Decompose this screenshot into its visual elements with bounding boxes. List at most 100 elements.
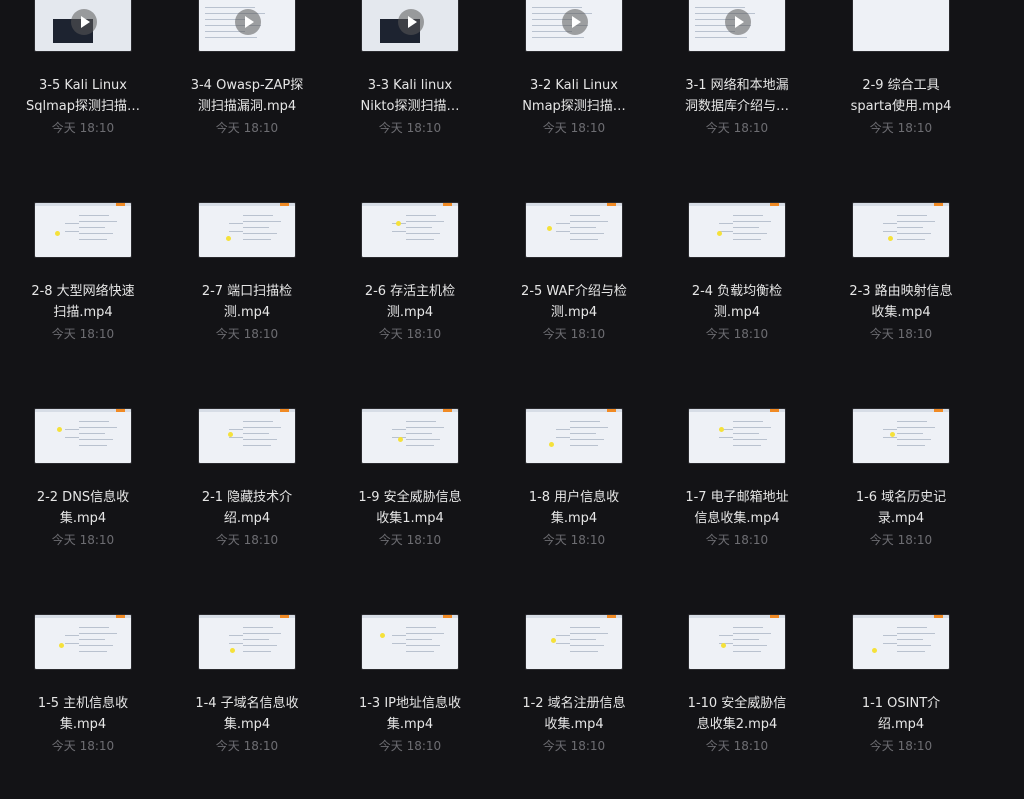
thumbnail-line [733, 221, 771, 222]
thumbnail-line [897, 433, 923, 434]
thumbnail-accent [770, 203, 779, 206]
thumbnail-highlight-dot [888, 236, 893, 241]
video-file-item[interactable]: 1-5 主机信息收 集.mp4 今天 18:10 [13, 448, 153, 768]
thumbnail-line [243, 639, 269, 640]
file-name-label: 1-2 域名注册信息 收集.mp4 [522, 696, 626, 732]
thumbnail-line [79, 639, 105, 640]
thumbnail-line [883, 635, 897, 636]
video-file-item[interactable]: 1-3 IP地址信息收 集.mp4 今天 18:10 [340, 448, 480, 768]
thumbnail-line [406, 633, 444, 634]
thumbnail-line [229, 429, 243, 430]
thumbnail-line [897, 421, 927, 422]
file-modified-time: 今天 18:10 [215, 739, 279, 753]
thumbnail-line [570, 445, 598, 446]
thumbnail-line [570, 215, 600, 216]
video-thumbnail[interactable] [198, 614, 296, 670]
thumbnail-line [733, 421, 763, 422]
play-icon [235, 9, 261, 35]
thumbnail-line [65, 429, 79, 430]
thumbnail-accent [607, 203, 616, 206]
thumbnail-line [406, 227, 432, 228]
thumbnail-line [79, 215, 109, 216]
thumbnail-line [570, 227, 596, 228]
thumbnail-line [65, 643, 79, 644]
thumbnail-line [79, 645, 113, 646]
video-thumbnail[interactable] [361, 614, 459, 670]
video-thumbnail[interactable] [688, 614, 786, 670]
play-icon [725, 9, 751, 35]
file-name-label: 1-10 安全威胁信 息收集2.mp4 [687, 696, 787, 732]
thumbnail-highlight-dot [721, 643, 726, 648]
thumbnail-line [229, 223, 243, 224]
thumbnail-line [243, 421, 273, 422]
file-name-label: 1-5 主机信息收 集.mp4 [37, 696, 129, 732]
thumbnail-line [79, 421, 109, 422]
thumbnail-line [897, 627, 927, 628]
video-thumbnail[interactable] [525, 614, 623, 670]
thumbnail-line [406, 627, 436, 628]
thumbnail-highlight-dot [228, 432, 233, 437]
thumbnail-line [570, 639, 596, 640]
thumbnail-line [570, 421, 600, 422]
file-name-label: 1-1 OSINT介 绍.mp4 [861, 696, 941, 732]
thumbnail-line [392, 429, 406, 430]
thumbnail-accent [443, 409, 452, 412]
thumbnail-line [243, 427, 281, 428]
thumbnail-line [570, 433, 596, 434]
thumbnail-line [883, 429, 897, 430]
thumbnail-line [883, 231, 897, 232]
thumbnail-line [406, 239, 434, 240]
thumbnail-line [883, 643, 897, 644]
thumbnail-line [79, 439, 113, 440]
thumbnail-line [570, 427, 608, 428]
thumbnail-line [733, 427, 771, 428]
video-file-item[interactable]: 1-4 子域名信息收 集.mp4 今天 18:10 [177, 448, 317, 768]
thumbnail-line [719, 635, 733, 636]
thumbnail-line [556, 223, 570, 224]
thumbnail-line [406, 215, 436, 216]
thumbnail-line [719, 437, 733, 438]
thumbnail-line [79, 651, 107, 652]
thumbnail-line [733, 633, 771, 634]
thumbnail-line [406, 651, 434, 652]
thumbnail-line [65, 635, 79, 636]
video-file-item[interactable]: 1-1 OSINT介 绍.mp4 今天 18:10 [831, 448, 971, 768]
thumbnail-accent [116, 409, 125, 412]
thumbnail-line [79, 633, 117, 634]
video-thumbnail[interactable] [34, 614, 132, 670]
thumbnail-highlight-dot [55, 231, 60, 236]
play-icon [71, 9, 97, 35]
thumbnail-line [406, 421, 436, 422]
thumbnail-line [79, 627, 109, 628]
thumbnail-line [733, 433, 759, 434]
thumbnail-line [556, 635, 570, 636]
thumbnail-line [733, 239, 761, 240]
thumbnail-line [79, 427, 117, 428]
thumbnail-line [65, 437, 79, 438]
file-grid: 3-5 Kali Linux Sqlmap探测扫描… 今天 18:10 3-4 Ow… [0, 0, 1024, 799]
file-modified-time: 今天 18:10 [705, 739, 769, 753]
thumbnail-line [406, 639, 432, 640]
thumbnail-line [733, 233, 767, 234]
play-icon [398, 9, 424, 35]
thumbnail-line [570, 233, 604, 234]
file-modified-time: 今天 18:10 [542, 739, 606, 753]
thumbnail-accent [280, 203, 289, 206]
thumbnail-line [406, 233, 440, 234]
thumbnail-line [79, 221, 117, 222]
video-file-item[interactable]: 1-10 安全威胁信 息收集2.mp4 今天 18:10 [667, 448, 807, 768]
thumbnail-line [897, 639, 923, 640]
thumbnail-line [243, 651, 271, 652]
thumbnail-line [229, 231, 243, 232]
video-thumbnail[interactable] [852, 614, 950, 670]
thumbnail-line [65, 223, 79, 224]
thumbnail-line [243, 633, 281, 634]
play-icon [562, 9, 588, 35]
thumbnail-line [205, 7, 255, 8]
thumbnail-highlight-dot [57, 427, 62, 432]
thumbnail-line [570, 627, 600, 628]
video-file-item[interactable]: 1-2 域名注册信息 收集.mp4 今天 18:10 [504, 448, 644, 768]
thumbnail-line [243, 227, 269, 228]
thumbnail-line [406, 427, 444, 428]
thumbnail-line [719, 223, 733, 224]
